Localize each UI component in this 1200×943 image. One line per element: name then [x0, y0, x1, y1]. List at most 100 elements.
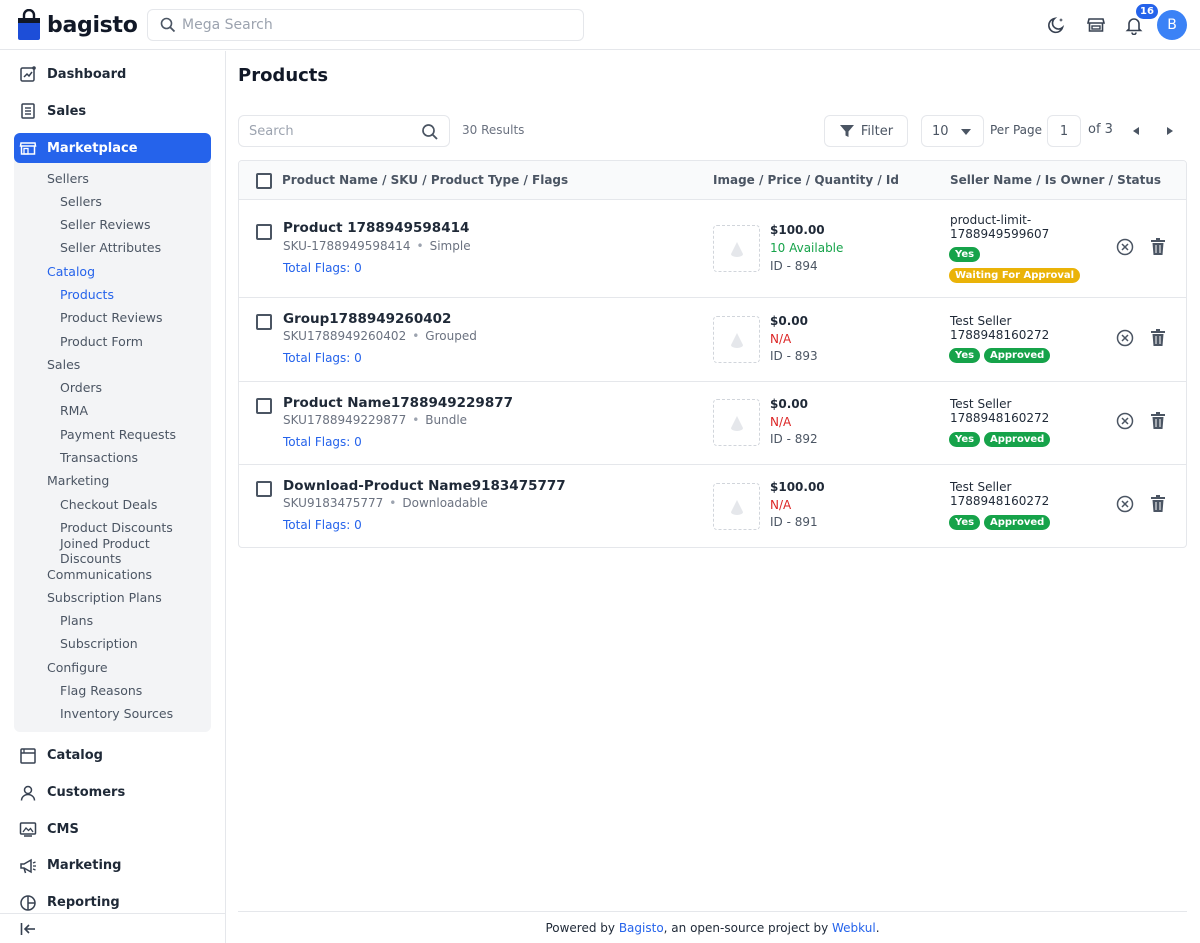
sidebar-item-cms[interactable]: CMS [0, 811, 225, 848]
submenu-item-sales-group[interactable]: Sales [14, 353, 211, 376]
product-flags[interactable]: Total Flags: 0 [283, 435, 362, 449]
select-all-checkbox[interactable] [256, 173, 272, 189]
row-checkbox[interactable] [256, 314, 272, 330]
product-sku: SKU1788949260402 [283, 329, 407, 343]
seller-name: Test Seller 1788948160272 [950, 480, 1050, 508]
store-icon[interactable] [1085, 14, 1107, 36]
filter-icon [839, 125, 854, 137]
image-placeholder-icon [730, 499, 743, 515]
product-sku-type: SKU1788949260402 • Grouped [283, 329, 477, 343]
submenu-item-flag-reasons[interactable]: Flag Reasons [14, 679, 211, 702]
separator-dot: • [412, 413, 420, 427]
search-icon[interactable] [421, 123, 439, 141]
disable-icon[interactable] [1115, 328, 1135, 348]
submenu-item-configure-group[interactable]: Configure [14, 656, 211, 679]
image-placeholder-icon [730, 332, 743, 348]
submenu-item-subscription-plans-group[interactable]: Subscription Plans [14, 586, 211, 609]
submenu-item-transactions[interactable]: Transactions [14, 446, 211, 469]
sales-icon [19, 102, 37, 120]
mega-search-input[interactable] [182, 17, 562, 33]
submenu-item-sellers-group[interactable]: Sellers [14, 166, 211, 189]
submenu-item-marketing-group[interactable]: Marketing [14, 469, 211, 492]
status-badge: Approved [984, 348, 1051, 363]
row-checkbox[interactable] [256, 481, 272, 497]
mega-search[interactable] [147, 9, 584, 41]
previous-page-icon[interactable] [1129, 124, 1143, 138]
submenu-item-catalog-group[interactable]: Catalog [14, 260, 211, 283]
submenu-item-orders[interactable]: Orders [14, 376, 211, 399]
current-page-input[interactable]: 1 [1047, 115, 1081, 147]
submenu-item-seller-attributes[interactable]: Seller Attributes [14, 236, 211, 259]
submenu-item-products[interactable]: Products [14, 283, 211, 306]
disable-icon[interactable] [1115, 237, 1135, 257]
submenu-item-rma[interactable]: RMA [14, 399, 211, 422]
product-sku: SKU-1788949598414 [283, 239, 411, 253]
marketplace-submenu: Sellers Sellers Seller Reviews Seller At… [14, 163, 211, 731]
reporting-icon [19, 894, 37, 912]
delete-icon[interactable] [1148, 494, 1168, 514]
sidebar-item-label: Customers [47, 785, 126, 801]
submenu-item-checkout-deals[interactable]: Checkout Deals [14, 493, 211, 516]
cms-icon [19, 820, 37, 838]
delete-icon[interactable] [1148, 237, 1168, 257]
sidebar-item-label: Catalog [47, 748, 103, 764]
submenu-item-seller-reviews[interactable]: Seller Reviews [14, 213, 211, 236]
product-id: ID - 893 [770, 349, 818, 363]
footer: Powered by Bagisto, an open-source proje… [238, 911, 1187, 943]
collapse-sidebar-button[interactable] [0, 913, 225, 943]
disable-icon[interactable] [1115, 494, 1135, 514]
product-type: Simple [429, 239, 471, 253]
row-checkbox[interactable] [256, 398, 272, 414]
datagrid-search[interactable] [238, 115, 450, 147]
submenu-item-plans[interactable]: Plans [14, 609, 211, 632]
logo[interactable]: bagisto [17, 9, 138, 41]
delete-icon[interactable] [1148, 328, 1168, 348]
logo-text: bagisto [47, 12, 138, 38]
page-title: Products [238, 65, 329, 86]
next-page-icon[interactable] [1163, 124, 1177, 138]
product-flags[interactable]: Total Flags: 0 [283, 518, 362, 532]
webkul-link[interactable]: Webkul [832, 921, 876, 935]
product-image-placeholder [713, 316, 760, 363]
per-page-label: Per Page [990, 123, 1042, 137]
filter-button[interactable]: Filter [824, 115, 908, 147]
submenu-item-product-form[interactable]: Product Form [14, 329, 211, 352]
disable-icon[interactable] [1115, 411, 1135, 431]
dark-mode-icon[interactable] [1046, 14, 1068, 36]
submenu-item-joined-product-discounts[interactable]: Joined Product Discounts [14, 536, 211, 566]
submenu-item-inventory-sources[interactable]: Inventory Sources [14, 702, 211, 725]
sidebar-item-label: Dashboard [47, 66, 127, 82]
sidebar-item-label: CMS [47, 821, 79, 837]
submenu-item-product-reviews[interactable]: Product Reviews [14, 306, 211, 329]
per-page-select[interactable]: 10 [921, 115, 984, 147]
product-sku-type: SKU-1788949598414 • Simple [283, 239, 471, 253]
column-header-image-price[interactable]: Image / Price / Quantity / Id [713, 173, 899, 187]
product-flags[interactable]: Total Flags: 0 [283, 261, 362, 275]
product-quantity: N/A [770, 332, 792, 346]
submenu-item-sellers[interactable]: Sellers [14, 190, 211, 213]
product-flags[interactable]: Total Flags: 0 [283, 351, 362, 365]
bagisto-link[interactable]: Bagisto [619, 921, 664, 935]
column-header-product[interactable]: Product Name / SKU / Product Type / Flag… [282, 173, 568, 187]
product-type: Bundle [425, 413, 468, 427]
product-quantity: N/A [770, 415, 792, 429]
product-id: ID - 891 [770, 515, 818, 529]
sidebar-item-sales[interactable]: Sales [0, 93, 225, 130]
row-checkbox[interactable] [256, 224, 272, 240]
sidebar-item-marketing[interactable]: Marketing [0, 848, 225, 885]
delete-icon[interactable] [1148, 411, 1168, 431]
submenu-item-communications[interactable]: Communications [14, 562, 211, 585]
submenu-item-payment-requests[interactable]: Payment Requests [14, 423, 211, 446]
sidebar-item-marketplace[interactable]: Marketplace [14, 133, 211, 164]
total-pages: of 3 [1088, 122, 1113, 137]
sidebar-item-label: Marketing [47, 858, 122, 874]
search-input[interactable] [249, 123, 414, 139]
sidebar-item-dashboard[interactable]: Dashboard [0, 56, 225, 93]
sidebar-item-label: Reporting [47, 895, 120, 911]
sidebar-item-catalog[interactable]: Catalog [0, 738, 225, 775]
column-header-seller[interactable]: Seller Name / Is Owner / Status [950, 173, 1161, 187]
sidebar-item-customers[interactable]: Customers [0, 774, 225, 811]
submenu-item-subscription[interactable]: Subscription [14, 632, 211, 655]
image-placeholder-icon [730, 415, 743, 431]
avatar[interactable]: B [1157, 10, 1187, 40]
